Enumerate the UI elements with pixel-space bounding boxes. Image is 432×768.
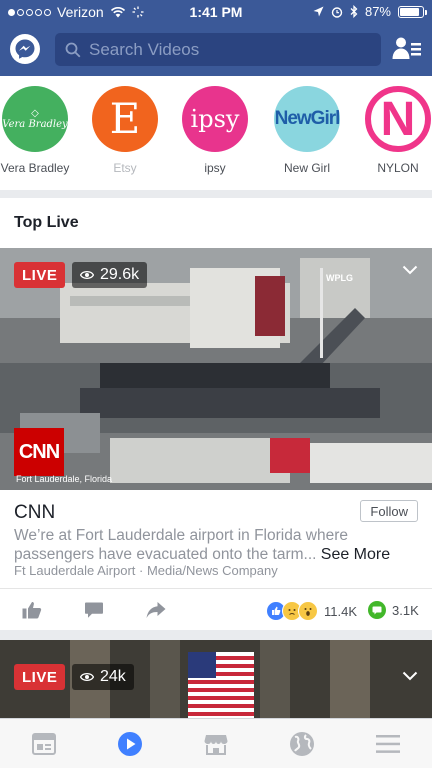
suggested-pages-row: ◇ Vera Bradley Vera Bradley E Etsy ipsy … <box>0 76 432 190</box>
comments-summary[interactable]: 3.1K <box>368 601 419 619</box>
page-item-etsy[interactable]: E Etsy <box>87 86 163 175</box>
top-live-section: Top Live <box>0 198 432 248</box>
friend-list-icon <box>392 37 421 59</box>
page-logo: ◇ Vera Bradley <box>2 86 68 152</box>
alarm-icon <box>331 6 343 18</box>
page-item-ipsy[interactable]: ipsy ipsy <box>177 86 253 175</box>
reactions-summary[interactable]: 11.4K <box>266 601 357 621</box>
chevron-down-icon <box>402 671 418 681</box>
viewer-count: 24k <box>72 664 134 690</box>
page-item-new-girl[interactable]: NewGirl New Girl <box>269 86 345 175</box>
live-badge: LIVE <box>14 262 66 288</box>
page-name: ipsy <box>204 161 226 175</box>
comment-bubble-icon <box>368 601 386 619</box>
page-logo: NewGirl <box>274 86 340 152</box>
top-bar: Verizon 1:41 PM 87% Search Videos <box>0 0 432 76</box>
tab-video[interactable] <box>117 731 143 757</box>
station-watermark: WPLG <box>326 273 353 283</box>
status-bar: Verizon 1:41 PM 87% <box>0 0 432 24</box>
battery-icon <box>398 5 427 18</box>
follow-button[interactable]: Follow <box>360 500 418 522</box>
messenger-icon <box>15 39 35 59</box>
video-options-button[interactable] <box>402 262 418 280</box>
post-description: We’re at Fort Lauderdale airport in Flor… <box>14 527 391 563</box>
live-video-player-2[interactable]: LIVE 24k <box>0 640 432 718</box>
page-name: Etsy <box>113 161 137 175</box>
page-logo: N <box>365 86 431 152</box>
video-options-button-2[interactable] <box>402 668 418 686</box>
menu-icon <box>376 735 400 753</box>
battery-percent: 87% <box>364 4 391 19</box>
page-item-vera-bradley[interactable]: ◇ Vera Bradley Vera Bradley <box>0 86 73 175</box>
page-name: New Girl <box>283 161 330 175</box>
wow-reaction-icon <box>298 601 318 621</box>
live-badge: LIVE <box>14 664 66 690</box>
cnn-logo: CNN <box>14 428 64 476</box>
comment-icon <box>85 602 103 618</box>
page-logo: ipsy <box>182 86 248 152</box>
post-meta: Ft Lauderdale Airport · Media/News Compa… <box>14 563 278 578</box>
globe-icon <box>290 732 314 756</box>
tab-marketplace[interactable] <box>203 731 229 757</box>
search-bar[interactable]: Search Videos <box>55 33 381 66</box>
eye-icon <box>80 672 94 682</box>
comment-button[interactable] <box>84 601 104 624</box>
post-actions: 11.4K 3.1K <box>0 589 432 630</box>
page-name: NYLON <box>377 161 419 175</box>
header: Search Videos <box>0 24 432 76</box>
section-title: Top Live <box>14 214 79 231</box>
tab-menu[interactable] <box>375 731 401 757</box>
video-play-icon <box>118 732 142 756</box>
search-placeholder: Search Videos <box>89 39 200 59</box>
page-logo: E <box>92 86 158 152</box>
tab-notifications[interactable] <box>289 731 315 757</box>
search-icon <box>65 42 81 57</box>
viewer-count: 29.6k <box>72 262 148 288</box>
location-icon <box>313 6 324 17</box>
tab-bar <box>0 718 432 768</box>
bluetooth-icon <box>350 5 358 18</box>
status-right: 87% <box>313 4 427 19</box>
share-icon <box>146 602 166 618</box>
post-card: CNN Follow We’re at Fort Lauderdale airp… <box>0 490 432 630</box>
tab-news-feed[interactable] <box>31 731 57 757</box>
share-button[interactable] <box>146 601 166 624</box>
page-item-nylon[interactable]: N NYLON <box>360 86 432 175</box>
comments-count: 3.1K <box>392 602 419 618</box>
messenger-button[interactable] <box>10 34 40 64</box>
chevron-down-icon <box>402 265 418 275</box>
see-more-link[interactable]: See More <box>321 546 390 563</box>
like-icon <box>22 602 42 619</box>
like-button[interactable] <box>22 601 42 624</box>
live-video-player[interactable]: LIVE 29.6k WPLG CNN Fort Lauderdale, Flo… <box>0 248 432 490</box>
friend-requests-button[interactable] <box>392 35 422 63</box>
app-screen: Verizon 1:41 PM 87% Search Videos ◇ Vera… <box>0 0 432 768</box>
post-source[interactable]: CNN <box>14 502 55 524</box>
page-name: Vera Bradley <box>0 161 70 175</box>
eye-icon <box>80 270 94 280</box>
marketplace-icon <box>204 735 228 755</box>
reactions-count: 11.4K <box>324 603 358 619</box>
location-caption: Fort Lauderdale, Florida <box>16 474 113 484</box>
news-feed-icon <box>32 733 56 755</box>
